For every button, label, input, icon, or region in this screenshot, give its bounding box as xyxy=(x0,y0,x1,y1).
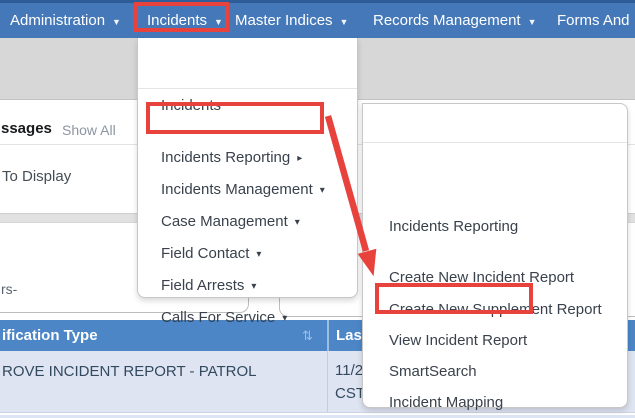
column-header-notification-type[interactable]: ification Type xyxy=(2,320,98,351)
menu-item-incidents-management[interactable]: Incidents Management ▾ xyxy=(161,180,325,200)
row-timezone: CST xyxy=(335,385,365,402)
annotation-box-incident-mapping xyxy=(375,283,533,314)
submenu-item-smartsearch[interactable]: SmartSearch xyxy=(389,362,477,382)
caret-down-icon: ▾ xyxy=(295,213,300,233)
menu-separator xyxy=(138,88,357,89)
menu-item-calls-for-service[interactable]: Calls For Service ▾ xyxy=(161,308,287,328)
caret-down-icon: ▼ xyxy=(528,17,537,27)
nav-item-label: Master Indices xyxy=(235,12,333,29)
annotation-box-incidents-reporting xyxy=(146,102,324,134)
nav-item-forms-and[interactable]: Forms And xyxy=(557,3,630,38)
show-all-link[interactable]: Show All xyxy=(62,122,116,138)
sort-icon[interactable]: ⇅ xyxy=(302,320,313,351)
menu-item-label: Calls For Service xyxy=(161,308,275,328)
menu-item-field-contact[interactable]: Field Contact ▾ xyxy=(161,244,261,264)
annotation-box-nav-incidents xyxy=(134,2,229,32)
nav-item-label: Records Management xyxy=(373,12,521,29)
incidents-reporting-submenu: Incidents Reporting Create New Incident … xyxy=(362,103,628,408)
row-date: 11/2 xyxy=(335,362,363,379)
menu-item-label: Incidents Management xyxy=(161,180,313,200)
nav-item-label: Forms And xyxy=(557,12,630,29)
menu-item-case-management[interactable]: Case Management ▾ xyxy=(161,212,300,232)
chevron-right-icon: ▸ xyxy=(297,149,302,169)
menu-item-label: Field Contact xyxy=(161,244,249,264)
menu-item-incidents-reporting[interactable]: Incidents Reporting ▸ xyxy=(161,148,302,168)
submenu-header-incidents-reporting[interactable]: Incidents Reporting xyxy=(389,217,518,237)
filter-text-fragment: rs- xyxy=(1,281,17,297)
caret-down-icon: ▼ xyxy=(340,17,349,27)
incidents-dropdown-menu: Incidents Incidents Reporting ▸ Incident… xyxy=(137,38,358,298)
column-divider xyxy=(327,320,329,351)
caret-down-icon: ▾ xyxy=(256,245,261,265)
nav-item-records-management[interactable]: Records Management ▼ xyxy=(373,3,537,38)
menu-item-label: Incidents Reporting xyxy=(161,148,290,168)
row-notification-type: ROVE INCIDENT REPORT - PATROL xyxy=(2,363,257,380)
submenu-item-label: Incident Mapping xyxy=(389,393,503,413)
menu-item-field-arrests[interactable]: Field Arrests ▾ xyxy=(161,276,256,296)
nav-item-administration[interactable]: Administration ▼ xyxy=(10,3,121,38)
nav-item-label: Administration xyxy=(10,12,105,29)
messages-empty-text: To Display xyxy=(2,168,71,185)
row-column-divider xyxy=(327,351,328,412)
submenu-item-label: View Incident Report xyxy=(389,331,527,351)
caret-down-icon: ▾ xyxy=(251,277,256,297)
caret-down-icon: ▾ xyxy=(320,181,325,201)
menu-separator xyxy=(363,142,627,143)
caret-down-icon: ▾ xyxy=(282,309,287,329)
submenu-item-label: SmartSearch xyxy=(389,362,477,382)
submenu-item-view-incident-report[interactable]: View Incident Report xyxy=(389,331,527,351)
app-navbar: Administration ▼ Incidents ▼ Master Indi… xyxy=(0,0,635,38)
app-root: ssages Show All To Display rs- ification… xyxy=(0,0,635,418)
menu-item-label: Case Management xyxy=(161,212,288,232)
caret-down-icon: ▼ xyxy=(112,17,121,27)
menu-item-label: Field Arrests xyxy=(161,276,244,296)
submenu-item-incident-mapping[interactable]: Incident Mapping xyxy=(389,393,503,413)
submenu-item-label: Incidents Reporting xyxy=(389,217,518,237)
nav-item-master-indices[interactable]: Master Indices ▼ xyxy=(235,3,348,38)
messages-panel-title: ssages xyxy=(1,120,52,137)
